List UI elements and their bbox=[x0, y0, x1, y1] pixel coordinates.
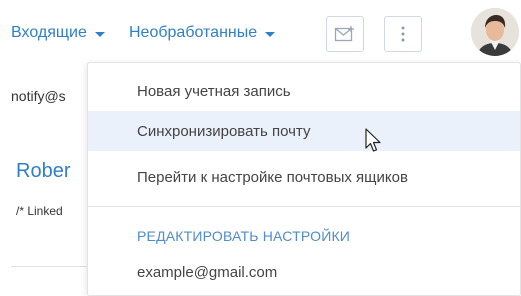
menu-item-label: example@gmail.com bbox=[137, 263, 278, 281]
chevron-down-icon bbox=[94, 31, 105, 37]
menu-item-account-example-gmail[interactable]: example@gmail.com bbox=[88, 252, 520, 292]
divider bbox=[11, 266, 87, 267]
vertical-ellipsis-icon bbox=[401, 26, 405, 42]
menu-item-label: Новая учетная запись bbox=[137, 82, 291, 100]
menu-item-label: Перейти к настройке почтовых ящиков bbox=[137, 168, 408, 186]
sender-email-text: notify@s bbox=[11, 88, 66, 104]
envelope-icon bbox=[334, 26, 354, 42]
filter-label: Необработанные bbox=[129, 24, 258, 41]
chevron-down-icon bbox=[265, 31, 276, 37]
mouse-pointer-icon bbox=[365, 128, 381, 152]
menu-divider bbox=[88, 206, 520, 207]
menu-item-sync-mail[interactable]: Синхронизировать почту bbox=[88, 111, 520, 151]
linked-comment-text: /* Linked bbox=[16, 204, 63, 218]
menu-item-mailbox-settings[interactable]: Перейти к настройке почтовых ящиков bbox=[88, 157, 520, 197]
inbox-folder-dropdown[interactable]: Входящие bbox=[11, 24, 105, 42]
inbox-folder-label: Входящие bbox=[11, 24, 87, 41]
menu-item-label: Синхронизировать почту bbox=[137, 122, 311, 140]
user-photo bbox=[471, 8, 519, 56]
more-actions-button[interactable] bbox=[384, 16, 422, 52]
menu-item-new-account[interactable]: Новая учетная запись bbox=[88, 71, 520, 111]
compose-email-button[interactable] bbox=[326, 16, 364, 52]
edit-settings-section-header: РЕДАКТИРОВАТЬ НАСТРОЙКИ bbox=[137, 228, 351, 244]
user-avatar[interactable] bbox=[471, 8, 519, 56]
contact-name-link[interactable]: Rober bbox=[16, 160, 70, 183]
mailbox-actions-menu: Новая учетная запись Синхронизировать по… bbox=[87, 62, 521, 296]
top-toolbar: Входящие Необработанные bbox=[0, 0, 521, 70]
filter-dropdown[interactable]: Необработанные bbox=[129, 24, 276, 42]
